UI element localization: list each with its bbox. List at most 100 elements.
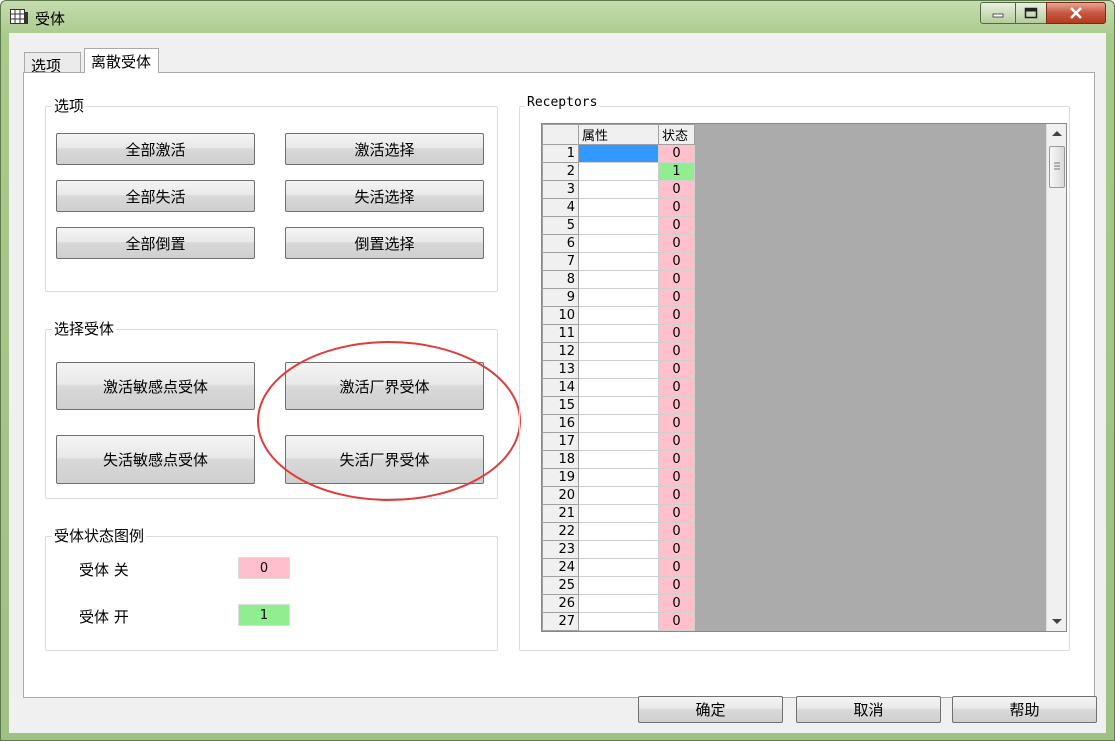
activate-all-button[interactable]: 全部激活 [56,133,255,165]
state-cell[interactable]: 0 [658,378,695,397]
table-row[interactable]: 19 0 [542,468,695,487]
row-number-cell[interactable]: 10 [542,306,579,325]
state-cell[interactable]: 0 [658,540,695,559]
attribute-cell[interactable] [578,144,659,163]
state-cell[interactable]: 0 [658,594,695,613]
state-cell[interactable]: 0 [658,450,695,469]
state-column-header[interactable]: 状态 [658,124,695,145]
attribute-cell[interactable] [578,450,659,469]
table-row[interactable]: 21 [542,162,695,181]
table-row[interactable]: 10 0 [542,306,695,325]
table-row[interactable]: 14 0 [542,378,695,397]
grid-vertical-scrollbar[interactable] [1046,124,1066,631]
state-cell[interactable]: 0 [658,522,695,541]
state-cell[interactable]: 0 [658,252,695,271]
minimize-button[interactable] [980,2,1016,24]
table-row[interactable]: 12 0 [542,342,695,361]
table-row[interactable]: 60 [542,234,695,253]
table-row[interactable]: 40 [542,198,695,217]
row-number-cell[interactable]: 20 [542,486,579,505]
cancel-button[interactable]: 取消 [796,696,941,723]
close-button[interactable] [1046,2,1106,24]
deactivate-all-button[interactable]: 全部失活 [56,180,255,212]
activate-selected-button[interactable]: 激活选择 [285,133,484,165]
attribute-cell[interactable] [578,414,659,433]
state-cell[interactable]: 0 [658,576,695,595]
row-number-cell[interactable]: 7 [542,252,579,271]
row-number-cell[interactable]: 24 [542,558,579,577]
row-number-cell[interactable]: 5 [542,216,579,235]
attribute-cell[interactable] [578,198,659,217]
attribute-cell[interactable] [578,378,659,397]
row-number-cell[interactable]: 15 [542,396,579,415]
state-cell[interactable]: 0 [658,306,695,325]
attribute-cell[interactable] [578,522,659,541]
state-cell[interactable]: 0 [658,234,695,253]
table-row[interactable]: 27 0 [542,612,695,631]
table-row[interactable]: 21 0 [542,504,695,523]
row-number-cell[interactable]: 11 [542,324,579,343]
row-number-cell[interactable]: 8 [542,270,579,289]
attribute-cell[interactable] [578,468,659,487]
table-row[interactable]: 11 0 [542,324,695,343]
attribute-cell[interactable] [578,540,659,559]
row-number-cell[interactable]: 26 [542,594,579,613]
table-row[interactable]: 10 [542,144,695,163]
help-button[interactable]: 帮助 [952,696,1097,723]
row-number-cell[interactable]: 9 [542,288,579,307]
state-cell[interactable]: 0 [658,270,695,289]
table-row[interactable]: 22 0 [542,522,695,541]
table-row[interactable]: 90 [542,288,695,307]
state-cell[interactable]: 0 [658,144,695,163]
attribute-cell[interactable] [578,180,659,199]
attribute-cell[interactable] [578,558,659,577]
attribute-cell[interactable] [578,360,659,379]
scroll-up-arrow-icon[interactable] [1052,131,1062,136]
attribute-cell[interactable] [578,504,659,523]
row-number-cell[interactable]: 18 [542,450,579,469]
receptors-grid[interactable]: 属性 状态 1 0 2 1 3 0 4 0 5 0 6 0 7 0 8 0 9 0 10 0 11 0 12 0 13 0 14 0 1… [541,123,1067,632]
deactivate-selected-button[interactable]: 失活选择 [285,180,484,212]
row-number-cell[interactable]: 13 [542,360,579,379]
state-cell[interactable]: 0 [658,612,695,631]
row-number-cell[interactable]: 4 [542,198,579,217]
table-row[interactable]: 20 0 [542,486,695,505]
tab-options[interactable]: 选项 [24,52,81,75]
row-number-cell[interactable]: 22 [542,522,579,541]
state-cell[interactable]: 0 [658,486,695,505]
attribute-cell[interactable] [578,252,659,271]
state-cell[interactable]: 0 [658,414,695,433]
attribute-cell[interactable] [578,162,659,181]
state-cell[interactable]: 0 [658,180,695,199]
attribute-cell[interactable] [578,324,659,343]
attribute-cell[interactable] [578,612,659,631]
row-number-cell[interactable]: 21 [542,504,579,523]
attribute-cell[interactable] [578,576,659,595]
attribute-column-header[interactable]: 属性 [578,124,659,145]
attribute-cell[interactable] [578,486,659,505]
row-number-cell[interactable]: 23 [542,540,579,559]
table-row[interactable]: 30 [542,180,695,199]
row-number-cell[interactable]: 1 [542,144,579,163]
row-number-cell[interactable]: 14 [542,378,579,397]
row-number-cell[interactable]: 17 [542,432,579,451]
activate-sensitive-receptors-button[interactable]: 激活敏感点受体 [56,362,255,410]
state-cell[interactable]: 0 [658,468,695,487]
row-number-cell[interactable]: 6 [542,234,579,253]
table-row[interactable]: 26 0 [542,594,695,613]
state-cell[interactable]: 0 [658,288,695,307]
table-row[interactable]: 13 0 [542,360,695,379]
row-number-cell[interactable]: 3 [542,180,579,199]
state-cell[interactable]: 0 [658,324,695,343]
state-cell[interactable]: 0 [658,198,695,217]
row-number-cell[interactable]: 19 [542,468,579,487]
state-cell[interactable]: 0 [658,360,695,379]
state-cell[interactable]: 0 [658,216,695,235]
invert-selected-button[interactable]: 倒置选择 [285,227,484,259]
attribute-cell[interactable] [578,216,659,235]
row-number-cell[interactable]: 16 [542,414,579,433]
title-bar[interactable]: 受体 [1,1,1114,33]
maximize-button[interactable] [1015,2,1047,24]
table-row[interactable]: 25 0 [542,576,695,595]
scroll-thumb[interactable] [1049,146,1065,188]
